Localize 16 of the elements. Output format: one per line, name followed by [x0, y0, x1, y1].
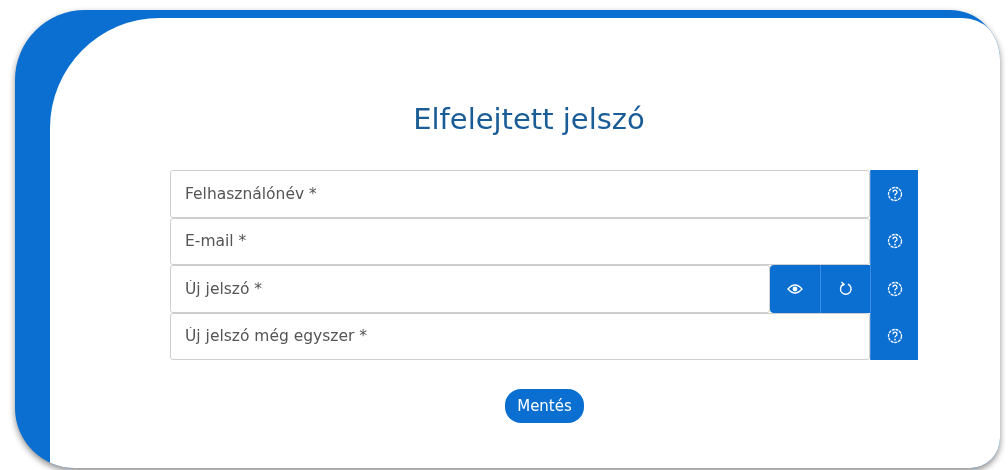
help-icon: [886, 233, 903, 250]
help-icon: [886, 280, 903, 297]
input-field[interactable]: Új jelszó még egyszer *: [170, 312, 870, 360]
input-field[interactable]: Felhasználónév *: [170, 170, 870, 218]
regenerate-button[interactable]: [820, 265, 870, 313]
input-field[interactable]: Új jelszó *: [170, 265, 770, 313]
eye-icon: [787, 282, 803, 295]
help-icon: [886, 328, 903, 345]
help-button[interactable]: [870, 170, 918, 218]
page-title: Elfelejtett jelszó: [413, 102, 645, 136]
save-button[interactable]: Mentés: [505, 389, 584, 423]
show-password-button[interactable]: [770, 265, 820, 313]
help-icon: [886, 185, 903, 202]
help-button[interactable]: [870, 312, 918, 360]
reset-icon: [838, 281, 853, 297]
input-field[interactable]: E-mail *: [170, 217, 870, 265]
